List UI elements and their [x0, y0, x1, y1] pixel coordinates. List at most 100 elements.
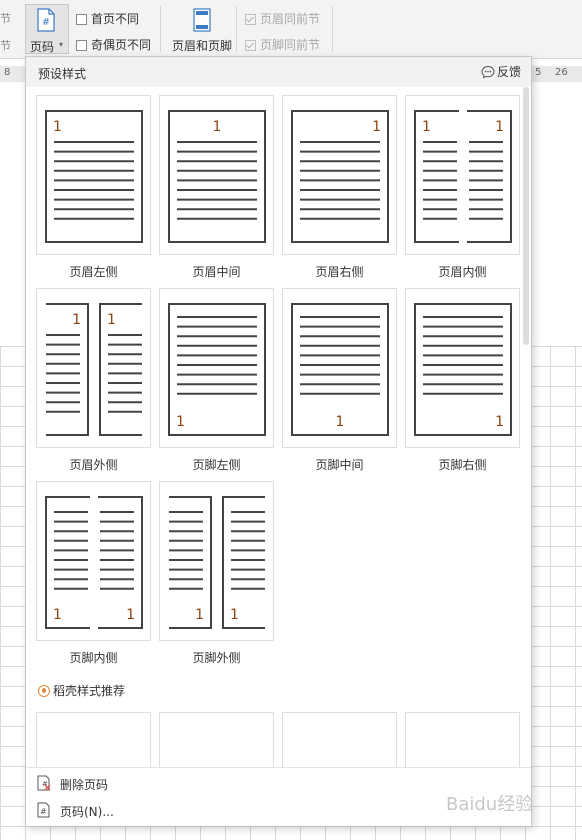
header-footer-icon	[193, 8, 211, 32]
preset-style-label: 页眉左侧	[69, 265, 118, 279]
page-number-digit: 1	[372, 119, 381, 135]
ruler-number: 8	[4, 67, 11, 78]
remove-page-number-icon: #	[37, 775, 51, 791]
recommended-style-card[interactable]	[282, 712, 397, 772]
preset-style-label: 页眉外侧	[69, 458, 118, 472]
preset-style-bottom-right[interactable]: 1 页脚右侧	[405, 288, 520, 481]
feedback-link[interactable]: 反馈	[481, 63, 521, 80]
preset-style-top-inner[interactable]: 1 1 页眉内侧	[405, 95, 520, 288]
preset-style-bottom-left[interactable]: 1 页脚左侧	[159, 288, 274, 481]
preset-thumbnail: 1	[282, 95, 397, 255]
page-number-digit: 1	[495, 414, 504, 430]
preset-thumbnail: 11	[405, 95, 520, 255]
page-outline	[169, 496, 212, 629]
page-number-digit: 1	[126, 607, 135, 623]
preset-thumbnail: 1	[282, 288, 397, 448]
page-number-button[interactable]: # 页码 ▾	[25, 4, 69, 54]
link-header-previous-checkbox[interactable]: 页眉同前节	[245, 10, 320, 27]
preset-style-label: 页眉右侧	[315, 265, 364, 279]
scrollbar-thumb[interactable]	[523, 87, 529, 345]
page-preview-graphic: 11	[414, 110, 512, 243]
preset-style-label: 页脚右侧	[438, 458, 487, 472]
page-preview-graphic: 11	[45, 496, 143, 629]
page-number-dropdown: 预设样式 反馈 1 页眉左侧 1 页眉中间 1 页眉右侧 1 1 页眉内侧 1 1 页眉外侧 1 页脚左侧…	[25, 56, 532, 826]
ribbon-edge-text: 节	[0, 39, 11, 52]
dropdown-header: 预设样式 反馈	[26, 57, 531, 87]
watermark-text: Baidu经验	[446, 794, 534, 815]
recommended-style-card[interactable]	[405, 712, 520, 772]
page-number-digit: 1	[336, 414, 345, 430]
recommend-label: 稻壳样式推荐	[53, 684, 126, 698]
preset-thumbnail: 1	[36, 95, 151, 255]
page-number-digit: 1	[72, 312, 81, 328]
page-preview-graphic: 1	[168, 303, 266, 436]
page-number-dialog-label: 页码(N)...	[60, 805, 114, 819]
docer-recommend-heading: 稻壳样式推荐	[38, 682, 125, 699]
page-number-dialog-icon: #	[37, 802, 50, 818]
ribbon-divider	[160, 6, 161, 52]
page-preview-graphic: 1	[414, 303, 512, 436]
odd-even-different-checkbox[interactable]: 奇偶页不同	[76, 36, 151, 53]
page-number-digit: 1	[107, 312, 116, 328]
ribbon-divider	[332, 6, 333, 52]
ruler-number: 26	[555, 67, 568, 78]
preset-style-label: 页脚中间	[315, 458, 364, 472]
ribbon-edge-text: 节	[0, 12, 11, 25]
checkbox-label: 首页不同	[91, 12, 140, 26]
checkbox-label: 页眉同前节	[260, 12, 321, 26]
preset-style-top-left[interactable]: 1 页眉左侧	[36, 95, 151, 288]
page-number-digit: 1	[213, 119, 222, 135]
preset-style-top-outer[interactable]: 1 1 页眉外侧	[36, 288, 151, 481]
preset-style-top-right[interactable]: 1 页眉右侧	[282, 95, 397, 288]
header-footer-button[interactable]: 页眉和页脚	[168, 4, 236, 54]
checkbox-box	[245, 40, 256, 51]
page-number-icon-glyph: #	[42, 17, 50, 28]
preset-style-bottom-center[interactable]: 1 页脚中间	[282, 288, 397, 481]
preset-style-label: 页眉内侧	[438, 265, 487, 279]
page-preview-graphic: 1	[291, 110, 389, 243]
page-number-label: 页码	[30, 40, 55, 54]
page-number-digit: 1	[53, 119, 62, 135]
preset-style-label: 页脚外侧	[192, 651, 241, 665]
page-preview-graphic: 1	[168, 110, 266, 243]
header-footer-label: 页眉和页脚	[172, 39, 233, 53]
preset-style-top-center[interactable]: 1 页眉中间	[159, 95, 274, 288]
page-outline	[46, 303, 89, 436]
preset-thumbnail: 1	[159, 95, 274, 255]
feedback-label: 反馈	[496, 65, 521, 79]
page-preview-graphic: 11	[46, 303, 142, 436]
preset-thumbnail: 1	[405, 288, 520, 448]
preset-thumbnail: 1	[159, 288, 274, 448]
link-footer-previous-checkbox[interactable]: 页脚同前节	[245, 36, 320, 53]
page-number-digit: 1	[195, 607, 204, 623]
checkbox-box	[76, 40, 87, 51]
page-preview-graphic: 1	[291, 303, 389, 436]
page-number-digit: 1	[53, 607, 62, 623]
preset-styles-title: 预设样式	[38, 67, 87, 81]
svg-text:#: #	[40, 807, 47, 816]
preset-style-bottom-outer[interactable]: 1 1 页脚外侧	[159, 481, 274, 674]
ribbon: 节 节 # 页码 ▾ 首页不同 奇偶页不同 页眉和页脚 页眉同前节 页脚同前节	[0, 0, 582, 59]
preset-thumbnail: 11	[36, 481, 151, 641]
page-number-digit: 1	[176, 414, 185, 430]
page-number-icon: #	[37, 8, 55, 32]
preset-style-label: 页脚内侧	[69, 651, 118, 665]
preset-style-bottom-inner[interactable]: 1 1 页脚内侧	[36, 481, 151, 674]
recommended-style-card[interactable]	[159, 712, 274, 772]
preset-thumbnail: 11	[159, 481, 274, 641]
checkbox-label: 奇偶页不同	[91, 38, 152, 52]
watermark-logo: Baidu经验	[446, 790, 533, 816]
feedback-icon	[481, 65, 495, 79]
first-page-different-checkbox[interactable]: 首页不同	[76, 10, 139, 27]
preset-style-label: 页脚左侧	[192, 458, 241, 472]
page-preview-graphic: 1	[45, 110, 143, 243]
checkbox-label: 页脚同前节	[260, 38, 321, 52]
page-preview-graphic: 11	[169, 496, 265, 629]
checkbox-box	[76, 14, 87, 25]
page-outline	[98, 496, 143, 629]
flame-icon	[38, 685, 50, 697]
page-number-digit: 1	[422, 119, 431, 135]
recommended-style-card[interactable]	[36, 712, 151, 772]
ruler-number: 5	[535, 67, 542, 78]
remove-page-number-label: 删除页码	[60, 778, 109, 792]
